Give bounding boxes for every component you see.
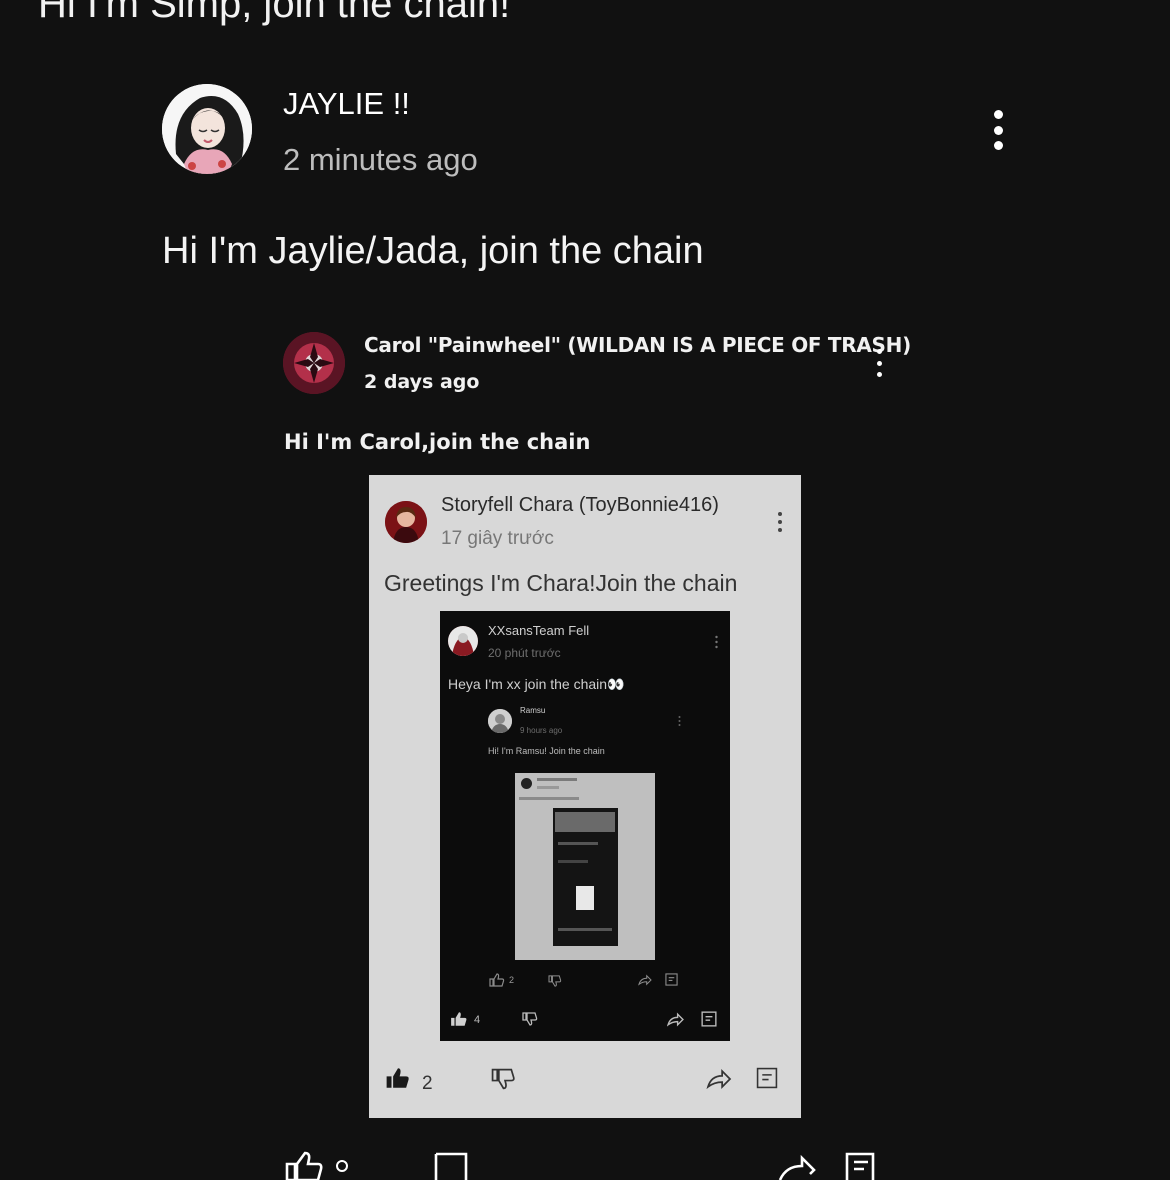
- thumbs-up-icon: [450, 1011, 468, 1027]
- comment-author[interactable]: JAYLIE !!: [283, 86, 410, 122]
- nested-action-row: [558, 928, 612, 931]
- dislike-button[interactable]: [432, 1150, 472, 1180]
- carol-timestamp: 2 days ago: [364, 371, 480, 393]
- carol-more-vertical-icon: [874, 349, 884, 377]
- nested-text-line: [537, 778, 577, 781]
- xx-avatar: [448, 626, 478, 656]
- thumbs-down-icon: [548, 975, 562, 987]
- xx-like-count: 4: [474, 1014, 481, 1026]
- nested-avatar: [521, 778, 532, 789]
- reply-icon: [701, 1011, 717, 1027]
- chara-timestamp: 17 giây trước: [441, 528, 554, 549]
- carol-author: Carol "Painwheel" (WILDAN IS A PIECE OF …: [364, 333, 911, 357]
- chara-avatar: [385, 501, 427, 543]
- nested-text-line: [537, 786, 559, 789]
- thumbs-down-icon: [491, 1068, 516, 1090]
- ramsu-like-count: 2: [509, 975, 515, 985]
- reply-icon: [665, 973, 678, 986]
- share-icon: [706, 1068, 732, 1090]
- more-vertical-icon[interactable]: [988, 110, 1008, 150]
- share-icon: [667, 1012, 684, 1027]
- nested-thumbnail: [555, 812, 615, 832]
- nested-text-line: [558, 842, 598, 845]
- chara-like-count: 2: [422, 1073, 433, 1094]
- xx-author: XXsansTeam Fell: [488, 623, 590, 638]
- thumbs-up-icon: [385, 1066, 411, 1090]
- like-button[interactable]: [283, 1150, 323, 1180]
- ramsu-author: Ramsu: [520, 706, 546, 715]
- parent-comment-text: Hi I'm Simp, join the chain!: [38, 0, 511, 26]
- thumbs-up-icon: [489, 973, 505, 987]
- carol-body: Hi I'm Carol,join the chain: [284, 430, 591, 454]
- ramsu-body: Hi! I'm Ramsu! Join the chain: [488, 746, 605, 756]
- xx-more-vertical-icon: [715, 635, 718, 649]
- carol-avatar: [283, 332, 345, 394]
- ramsu-timestamp: 9 hours ago: [520, 726, 563, 735]
- ramsu-more-vertical-icon: [678, 714, 681, 726]
- thumbs-down-icon: [522, 1012, 538, 1026]
- xx-body: Heya I'm xx join the chain👀: [448, 676, 625, 692]
- nested-text-line: [558, 860, 588, 863]
- chara-author: Storyfell Chara (ToyBonnie416): [441, 494, 719, 516]
- reply-button[interactable]: [844, 1150, 878, 1180]
- xx-timestamp: 20 phút trước: [488, 646, 561, 660]
- like-count-glyph: [336, 1160, 348, 1172]
- share-button[interactable]: [778, 1150, 818, 1180]
- comment-body: Hi I'm Jaylie/Jada, join the chain: [162, 230, 704, 272]
- nested-text-line: [519, 797, 579, 800]
- ramsu-avatar: [488, 709, 512, 733]
- avatar[interactable]: [162, 84, 252, 174]
- reply-icon: [756, 1066, 778, 1090]
- share-icon: [638, 974, 652, 986]
- chara-body: Greetings I'm Chara!Join the chain: [384, 570, 738, 596]
- nested-image: [576, 886, 594, 910]
- comment-timestamp: 2 minutes ago: [283, 142, 478, 177]
- chara-more-vertical-icon: [777, 512, 783, 532]
